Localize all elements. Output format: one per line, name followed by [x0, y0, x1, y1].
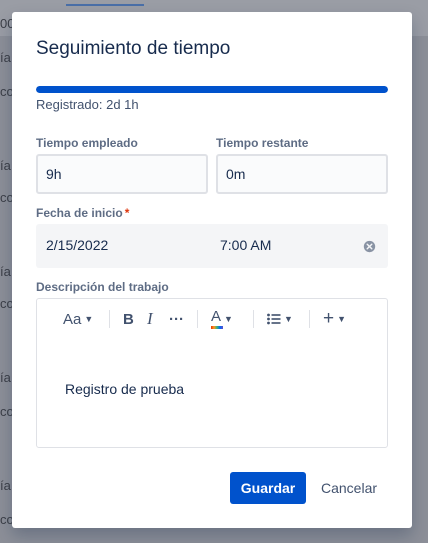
more-icon: ···: [169, 310, 184, 328]
insert-button[interactable]: + ▼: [323, 307, 346, 331]
chevron-down-icon: ▼: [284, 314, 293, 324]
background-text: ía: [0, 264, 11, 279]
save-button[interactable]: Guardar: [230, 472, 306, 504]
cancel-button[interactable]: Cancelar: [312, 472, 386, 504]
logged-time-text: Registrado: 2d 1h: [36, 97, 139, 112]
text-style-button[interactable]: Aa ▼: [63, 307, 93, 331]
chevron-down-icon: ▼: [337, 314, 347, 324]
color-swatch: [211, 326, 223, 329]
background-text: ía: [0, 158, 11, 173]
toolbar-divider: [253, 310, 254, 328]
plus-icon: +: [323, 308, 335, 329]
time-remaining-value: 0m: [226, 166, 246, 182]
start-time-input[interactable]: 7:00 AM: [220, 237, 271, 253]
background-text: ía: [0, 478, 11, 493]
description-content[interactable]: Registro de prueba: [65, 381, 184, 397]
toolbar-divider: [109, 310, 110, 328]
bold-button[interactable]: B: [123, 307, 134, 331]
editor-toolbar: Aa ▼ B I ··· A ▼ ▼ + ▼: [37, 299, 387, 339]
background-text: ía: [0, 50, 11, 65]
description-label: Descripción del trabajo: [36, 280, 169, 294]
start-datetime-field: 2/15/2022 7:00 AM: [36, 224, 388, 268]
bold-icon: B: [123, 310, 134, 328]
time-spent-label: Tiempo empleado: [36, 136, 138, 150]
time-tracking-dialog: Seguimiento de tiempo Registrado: 2d 1h …: [12, 12, 412, 528]
time-progress-fill: [36, 86, 388, 93]
chevron-down-icon: ▼: [84, 314, 94, 324]
toolbar-divider: [309, 310, 310, 328]
text-color-glyph: A: [211, 308, 222, 325]
dialog-title: Seguimiento de tiempo: [36, 38, 231, 59]
clear-icon[interactable]: [363, 240, 376, 253]
background-text: ía: [0, 370, 11, 385]
time-spent-input[interactable]: 9h: [36, 154, 208, 194]
italic-icon: I: [147, 309, 153, 328]
chevron-down-icon: ▼: [224, 314, 233, 324]
time-progress-bar: [36, 86, 388, 93]
time-spent-value: 9h: [46, 166, 62, 182]
background-tab-indicator: [66, 4, 144, 6]
description-editor[interactable]: Aa ▼ B I ··· A ▼ ▼ + ▼ Registro de prueb…: [36, 298, 388, 448]
start-date-input[interactable]: 2/15/2022: [46, 237, 108, 253]
required-mark: *: [124, 206, 130, 220]
text-style-icon: Aa: [63, 310, 82, 328]
start-date-label-text: Fecha de inicio: [36, 206, 123, 220]
time-remaining-input[interactable]: 0m: [216, 154, 388, 194]
start-date-label: Fecha de inicio *: [36, 206, 129, 220]
list-button[interactable]: ▼: [267, 307, 293, 331]
bullet-list-icon: [267, 313, 281, 325]
toolbar-divider: [197, 310, 198, 328]
italic-button[interactable]: I: [147, 307, 153, 331]
text-color-button[interactable]: A ▼: [211, 307, 233, 331]
time-remaining-label: Tiempo restante: [216, 136, 309, 150]
more-formatting-button[interactable]: ···: [169, 307, 184, 331]
text-color-icon: A: [211, 308, 223, 330]
